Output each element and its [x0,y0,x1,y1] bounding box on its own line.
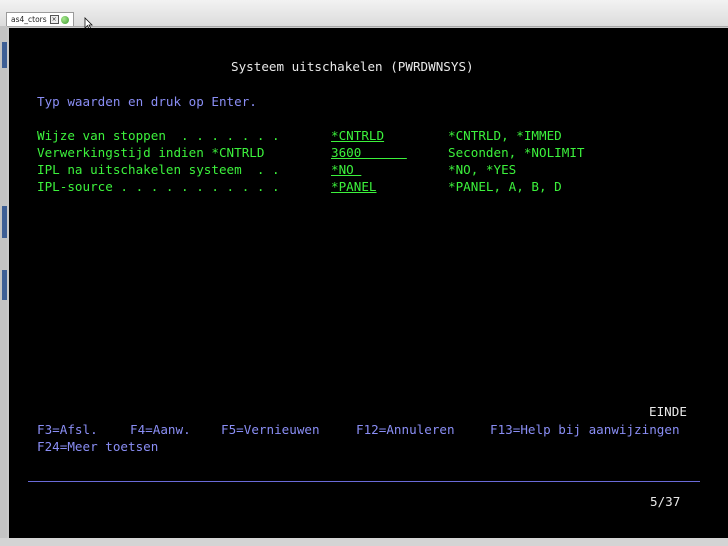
fkey-refresh[interactable]: F5=Vernieuwen [221,422,320,437]
stop-mode-options: *CNTRLD, *IMMED [448,128,562,143]
end-marker: EINDE [649,404,687,419]
restart-input[interactable]: *NO [331,162,361,177]
connected-status-icon [60,15,69,24]
field-label-restart: IPL na uitschakelen systeem . . [37,162,280,177]
fkey-prompt[interactable]: F4=Aanw. [130,422,191,437]
terminal-window: as4_ctors × Systeem uitschakelen (PWRDWN… [0,0,728,546]
delay-time-input[interactable]: 3600 [331,145,407,160]
field-label-ipl-source: IPL-source . . . . . . . . . . . [37,179,280,194]
left-panel-marker [2,42,7,68]
tab-bar: as4_ctors × [0,0,728,30]
fkey-cancel[interactable]: F12=Annuleren [356,422,455,437]
fkey-help[interactable]: F13=Help bij aanwijzingen [490,422,680,437]
field-label-stop-mode: Wijze van stoppen . . . . . . . [37,128,280,143]
delay-time-options: Seconden, *NOLIMIT [448,145,585,160]
fkey-exit[interactable]: F3=Afsl. [37,422,98,437]
ipl-source-options: *PANEL, A, B, D [448,179,562,194]
field-label-delay-time: Verwerkingstijd indien *CNTRLD [37,145,280,160]
instruction-text: Typ waarden en druk op Enter. [37,94,257,109]
session-tab[interactable]: as4_ctors × [6,12,74,26]
left-panel-marker [2,206,7,238]
restart-options: *NO, *YES [448,162,517,177]
window-bottom-edge [0,538,728,546]
close-icon[interactable]: × [49,15,59,24]
left-panel-marker [2,270,7,300]
ipl-source-input[interactable]: *PANEL [331,179,377,194]
status-divider [28,481,700,482]
cursor-position: 5/37 [650,494,681,509]
stop-mode-input[interactable]: *CNTRLD [331,128,384,143]
fkey-more-keys[interactable]: F24=Meer toetsen [37,439,158,454]
terminal-screen[interactable]: Systeem uitschakelen (PWRDWNSYS) Typ waa… [9,28,728,538]
screen-title: Systeem uitschakelen (PWRDWNSYS) [231,59,474,74]
session-tab-label: as4_ctors [11,15,47,24]
